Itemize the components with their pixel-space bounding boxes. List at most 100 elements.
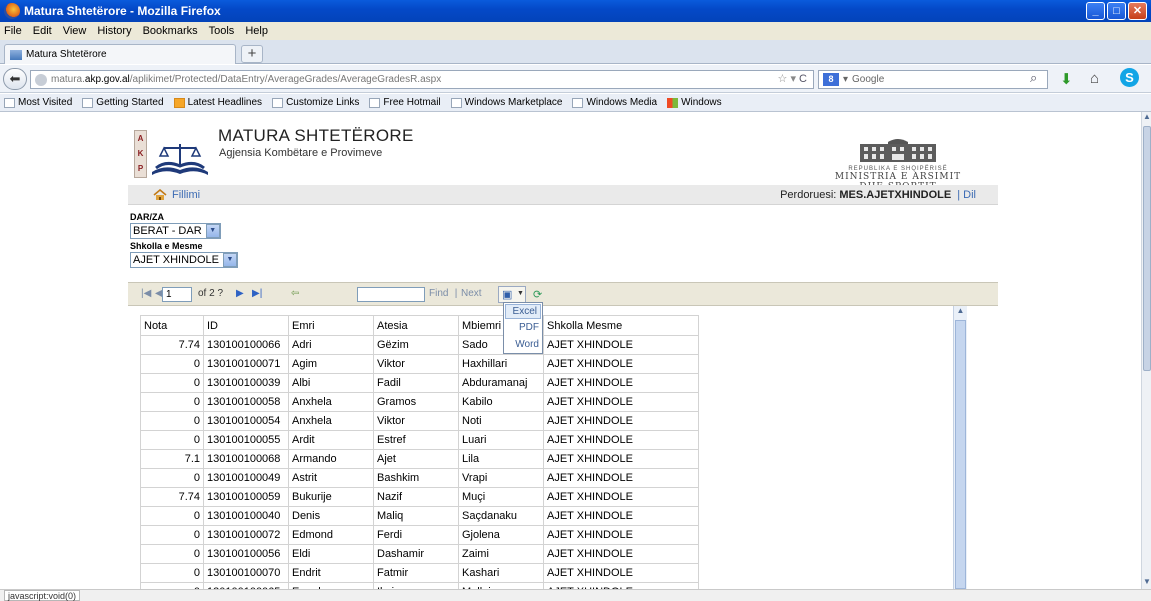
menu-view[interactable]: View — [63, 25, 87, 37]
chevron-down-icon[interactable]: ▼ — [205, 224, 220, 238]
chevron-down-icon[interactable]: ▼ — [223, 253, 237, 267]
scroll-up-icon[interactable]: ▲ — [1142, 112, 1151, 124]
akp-logo: A K P — [134, 130, 216, 178]
school-select[interactable]: AJET XHINDOLE ▼ — [130, 252, 238, 268]
bookmark-label: Customize Links — [286, 97, 360, 108]
bookmark-star-icon[interactable]: ☆ ▾ C — [778, 72, 807, 85]
table-cell: Gëzim — [373, 335, 459, 355]
table-cell: Bashkim — [373, 468, 459, 488]
next-page-icon[interactable]: ▶ — [236, 288, 244, 299]
export-word[interactable]: Word — [504, 337, 542, 354]
table-cell: Adri — [288, 335, 374, 355]
reload-icon[interactable]: C — [799, 73, 807, 85]
export-pdf[interactable]: PDF — [504, 320, 542, 337]
ministry-logo: REPUBLIKA E SHQIPËRISË MINISTRIA E ARSIM… — [808, 138, 988, 192]
export-excel[interactable]: Excel — [505, 304, 541, 319]
back-button[interactable]: ⬅ — [3, 68, 27, 90]
page-scrollbar[interactable]: ▲ ▼ — [1141, 112, 1151, 589]
table-cell: 0 — [140, 373, 204, 393]
page-count: of 2 ? — [198, 288, 224, 299]
table-cell: Ardit — [288, 430, 374, 450]
bookmark-label: Windows — [681, 97, 722, 108]
menu-tools[interactable]: Tools — [209, 25, 235, 37]
home-link[interactable]: Fillimi — [172, 189, 200, 201]
table-cell: Kabilo — [458, 392, 544, 412]
address-bar[interactable]: matura. akp.gov.al/aplikimet/Protected/Da… — [30, 70, 814, 89]
close-button[interactable]: ✕ — [1128, 2, 1147, 20]
table-cell: Estref — [373, 430, 459, 450]
page-number-input[interactable]: 1 — [162, 287, 192, 302]
bookmark-most-visited[interactable]: Most Visited — [4, 97, 72, 108]
minimize-button[interactable]: _ — [1086, 2, 1105, 20]
download-arrow-icon[interactable]: ⬇ — [1060, 70, 1073, 88]
search-engine-dropdown-icon[interactable]: ▾ — [843, 74, 848, 85]
scroll-up-icon[interactable]: ▲ — [954, 306, 967, 319]
bookmark-latest-headlines[interactable]: Latest Headlines — [173, 97, 262, 108]
report-scrollbar[interactable]: ▲ — [953, 306, 967, 589]
bookmark-getting-started[interactable]: Getting Started — [82, 97, 164, 108]
refresh-icon[interactable]: ⟳ — [533, 288, 542, 301]
table-row: 0 130100100055 Ardit Estref Luari AJET XHINDO… — [140, 430, 699, 450]
export-button[interactable]: ▣ ▼ — [498, 286, 526, 303]
table-body: 7.74 130100100066 Adri Gëzim Sado AJET XHINDO… — [140, 335, 699, 589]
page-favicon-icon — [10, 49, 22, 60]
find-link[interactable]: Find — [429, 288, 448, 299]
first-page-icon[interactable]: |◀ — [141, 288, 151, 299]
page-icon — [369, 97, 381, 108]
menu-file[interactable]: File — [4, 25, 22, 37]
status-bar: javascript:void(0) — [0, 589, 1151, 601]
back-arrow-icon: ⬅ — [9, 71, 21, 86]
menu-edit[interactable]: Edit — [33, 25, 52, 37]
table-cell: 7.1 — [140, 449, 204, 469]
chevron-down-icon: ▼ — [517, 290, 524, 297]
url-domain: akp.gov.al — [84, 74, 130, 85]
new-tab-button[interactable]: + — [241, 45, 263, 63]
home-icon[interactable] — [153, 189, 167, 200]
skype-icon[interactable]: S — [1120, 68, 1139, 87]
table-row: 0 130100100056 Eldi Dashamir Zaimi AJET XHIND… — [140, 544, 699, 564]
find-next-link[interactable]: Next — [461, 288, 482, 299]
table-cell: Endrit — [288, 563, 374, 583]
find-input[interactable] — [357, 287, 425, 302]
browser-tab[interactable]: Matura Shtetërore — [4, 44, 236, 64]
table-cell: Maliq — [373, 506, 459, 526]
last-page-icon[interactable]: ▶| — [252, 288, 262, 299]
bookmark-free-hotmail[interactable]: Free Hotmail — [369, 97, 441, 108]
bookmark-windows-media[interactable]: Windows Media — [572, 97, 657, 108]
dar-label: DAR/ZA — [130, 212, 164, 222]
bookmark-customize-links[interactable]: Customize Links — [272, 97, 359, 108]
column-header: Shkolla Mesme — [543, 315, 699, 336]
column-header: Emri — [288, 315, 374, 336]
tab-bar: Matura Shtetërore + — [0, 40, 1151, 64]
menu-bookmarks[interactable]: Bookmarks — [143, 25, 198, 37]
bookmark-windows-marketplace[interactable]: Windows Marketplace — [450, 97, 562, 108]
google-engine-icon[interactable]: 8 — [823, 73, 839, 86]
report-scroll-thumb[interactable] — [955, 320, 966, 589]
logout-link[interactable]: | Dil — [957, 189, 976, 201]
home-icon[interactable]: ⌂ — [1090, 70, 1099, 87]
table-cell: 0 — [140, 468, 204, 488]
dar-select[interactable]: BERAT - DAR ▼ — [130, 223, 221, 239]
export-menu: Excel PDF Word — [503, 302, 543, 354]
table-cell: Viktor — [373, 354, 459, 374]
table-row: 0 130100100058 Anxhela Gramos Kabilo AJET XHI… — [140, 392, 699, 412]
page-icon — [572, 97, 584, 108]
table-cell: 130100100055 — [203, 430, 289, 450]
maximize-button[interactable]: □ — [1107, 2, 1126, 20]
back-to-parent-icon[interactable]: ⇦ — [291, 288, 299, 299]
window-title-bar: Matura Shtetërore - Mozilla Firefox _ □ … — [0, 0, 1151, 22]
menu-history[interactable]: History — [97, 25, 131, 37]
menu-help[interactable]: Help — [245, 25, 268, 37]
table-cell: 130100100040 — [203, 506, 289, 526]
bookmark-windows[interactable]: Windows — [667, 97, 722, 108]
table-cell: AJET XHINDOLE — [543, 430, 699, 450]
table-row: 0 130100100049 Astrit Bashkim Vrapi AJET XHIN… — [140, 468, 699, 488]
table-cell: AJET XHINDOLE — [543, 525, 699, 545]
scroll-down-icon[interactable]: ▼ — [1142, 577, 1151, 589]
dar-select-value: BERAT - DAR — [133, 225, 202, 237]
search-magnifier-icon[interactable]: ⌕ — [1030, 70, 1037, 86]
table-cell: 130100100039 — [203, 373, 289, 393]
page-scroll-thumb[interactable] — [1143, 126, 1151, 371]
search-input[interactable]: 8 ▾ Google — [818, 70, 1048, 89]
table-cell: Ferdi — [373, 525, 459, 545]
